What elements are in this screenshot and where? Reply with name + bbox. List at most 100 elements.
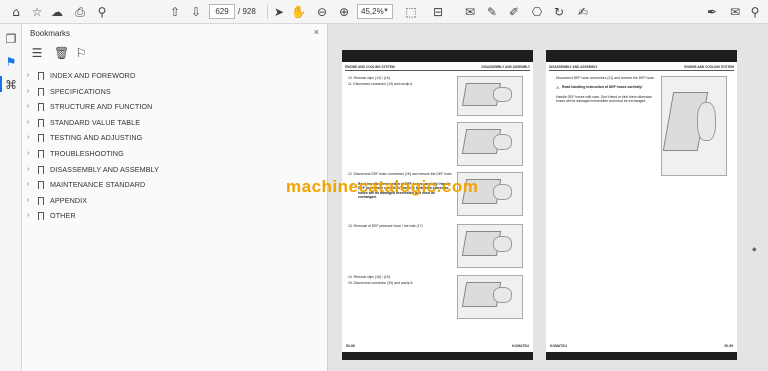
brand-footer: KOMATSU [512,344,529,348]
draw-icon[interactable]: ✐ [507,5,521,19]
stamp-icon[interactable]: ⎔ [530,5,544,19]
bookmark-item[interactable]: › SPECIFICATIONS [22,84,328,100]
bookmark-item[interactable]: › STANDARD VALUE TABLE [22,115,328,131]
delete-bookmark-icon[interactable]: 🗑 [54,46,69,60]
attachments-icon[interactable]: ⌘ [4,78,18,92]
bookmark-item[interactable]: › APPENDIX [22,193,328,209]
page-total: / 928 [238,7,256,16]
search-icon[interactable]: ⚲ [748,5,762,19]
figure-image [457,224,523,268]
bookmark-item[interactable]: › TESTING AND ADJUSTING [22,130,328,146]
figure-image [457,122,523,166]
fit-icon[interactable]: ⬚ [404,5,418,19]
page-number-input[interactable]: 629 [209,4,235,19]
figure-image [457,76,523,116]
bookmark-icon [38,87,44,97]
step-text: Disconnect DEF hose connectors (21) and … [556,76,655,80]
new-bookmark-icon[interactable]: ⚐ [74,46,88,60]
bookmark-label: INDEX AND FOREWORD [50,71,136,80]
arrow-up-icon[interactable]: ⇧ [168,5,182,19]
chevron-right-icon[interactable]: › [27,146,29,162]
bookmark-icon [38,72,44,81]
search-icon[interactable]: ⚲ [95,5,109,19]
print-icon[interactable]: ⎙ [73,5,87,19]
scroll-mode-icon[interactable]: ⊟ [431,5,445,19]
main-toolbar: ⌂ ☆ ☁ ⎙ ⚲ ⇧ ⇩ 629 / 928 ➤ ✋ ⊖ ⊕ 45,2% ▼ … [0,0,768,24]
page-header-left: DISASSEMBLY AND ASSEMBLY [549,65,598,69]
chevron-right-icon[interactable]: › [27,84,29,100]
mail-icon[interactable]: ✉ [728,5,742,19]
chevron-right-icon[interactable]: › [27,115,29,131]
bookmark-label: OTHER [50,211,76,221]
bookmarks-icon[interactable]: ⚑ [4,55,18,69]
bookmark-star-icon[interactable]: ☆ [30,5,44,19]
panel-title: Bookmarks [30,29,71,38]
figure-image [457,275,523,319]
bookmark-item[interactable]: › MAINTENANCE STANDARD [22,177,328,193]
navigation-rail: ❐ ⚑ ⌘ [0,24,22,371]
bookmark-label: STANDARD VALUE TABLE [50,117,141,127]
options-menu-icon[interactable]: ☰ [30,46,44,60]
step-text: 12. Disconnect DEF hose connectors (16) … [348,172,453,176]
step-text: Handle DEF hoses with care. Don't bend o… [556,95,653,104]
step-text: 11. Disconnect connector (13) and unclip… [348,82,413,86]
chevron-right-icon[interactable]: › [27,162,29,178]
bookmarks-panel: Bookmarks × ☰ 🗑 ⚐ › INDEX AND FOREWORD ›… [22,24,328,371]
warning-text: Read handling instruction of DEF hoses c… [562,85,643,89]
bookmark-item[interactable]: › TROUBLESHOOTING [22,146,328,162]
bookmark-icon [38,134,44,144]
zoom-select[interactable]: 45,2% ▼ [357,4,393,19]
comment-icon[interactable]: ✉ [463,5,477,19]
undo-icon[interactable]: ↻ [552,5,566,19]
highlight-icon[interactable]: ✎ [485,5,499,19]
home-icon[interactable]: ⌂ [9,5,23,19]
header-rule [549,70,734,71]
bookmark-icon [38,103,44,113]
bookmark-label: SPECIFICATIONS [50,86,111,96]
page-header-left: ENGINE AND COOLING SYSTEM [345,65,395,69]
bookmark-list: › INDEX AND FOREWORD › SPECIFICATIONS › … [22,68,328,224]
figure-image [661,76,727,176]
scroll-grip-icon[interactable]: ◆ [752,246,757,260]
active-indicator [0,76,2,92]
watermark-text: machinecatalogic.com [286,177,479,196]
bookmark-label: TROUBLESHOOTING [50,148,124,158]
close-icon[interactable]: × [314,27,319,37]
bookmark-item[interactable]: › INDEX AND FOREWORD [22,68,328,84]
header-rule [345,70,530,71]
document-page-right: DISASSEMBLY AND ASSEMBLY ENGINE AND COOL… [546,50,737,360]
chevron-right-icon[interactable]: › [27,177,29,193]
pointer-icon[interactable]: ➤ [272,5,286,19]
bookmark-icon [38,196,44,206]
bookmark-label: STRUCTURE AND FUNCTION [50,102,153,112]
zoom-value: 45,2% [361,7,384,16]
bookmark-label: APPENDIX [50,195,88,205]
cloud-upload-icon[interactable]: ☁ [50,5,64,19]
page-header-right: DISASSEMBLY AND ASSEMBLY [481,65,530,69]
zoom-out-icon[interactable]: ⊖ [315,5,329,19]
toolbar-divider [267,5,268,19]
document-viewer[interactable]: ENGINE AND COOLING SYSTEM DISASSEMBLY AN… [328,24,768,371]
sign-icon[interactable]: ✒ [705,5,719,19]
hand-icon[interactable]: ✋ [291,5,306,19]
chevron-right-icon[interactable]: › [27,68,29,84]
bookmark-icon [38,118,44,128]
page-number: 50-99 [724,344,733,348]
bookmark-item[interactable]: › OTHER [22,208,328,224]
chevron-right-icon[interactable]: › [27,130,29,146]
pages-icon[interactable]: ❐ [4,32,18,46]
zoom-in-icon[interactable]: ⊕ [337,5,351,19]
bookmark-icon [38,181,44,191]
step-text: 14. Remove clips (18) / (19). [348,275,391,279]
warning-icon: ⚠ [556,85,560,90]
arrow-down-icon[interactable]: ⇩ [189,5,203,19]
step-text: 13. Removal of DEF pressure hose / hot s… [348,224,423,228]
bookmark-item[interactable]: › DISASSEMBLY AND ASSEMBLY [22,162,328,178]
chevron-down-icon: ▼ [383,8,389,14]
sign-icon[interactable]: ✍ [576,5,590,19]
bookmark-item[interactable]: › STRUCTURE AND FUNCTION [22,99,328,115]
step-text: 15. Disconnect connector (20) and unclip… [348,281,414,285]
chevron-right-icon[interactable]: › [27,193,29,209]
chevron-right-icon[interactable]: › [27,208,29,224]
chevron-right-icon[interactable]: › [27,99,29,115]
